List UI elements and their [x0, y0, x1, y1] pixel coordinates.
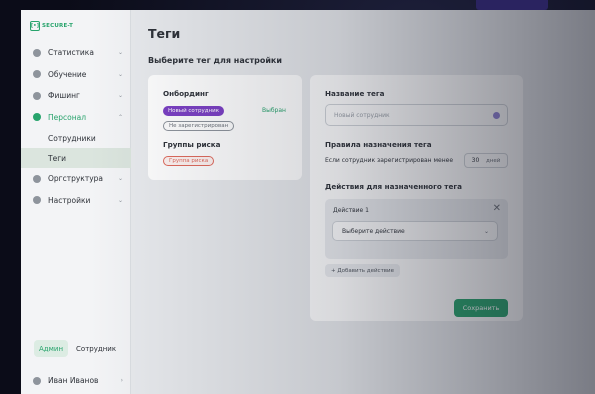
- assignment-rule-text: Если сотрудник зарегистрирован менее: [325, 157, 454, 164]
- chevron-down-icon: ⌄: [117, 70, 123, 78]
- page-title: Теги: [148, 26, 181, 41]
- tag-name-label: Название тега: [325, 89, 385, 98]
- gear-icon: [33, 196, 41, 205]
- sidebar-item-label: Оргструктура: [48, 174, 103, 184]
- sidebar-item-personnel[interactable]: Персонал ⌃: [21, 107, 131, 129]
- sidebar-item-phishing[interactable]: Фишинг ⌄: [21, 85, 131, 107]
- sidebar-subitem-employees[interactable]: Сотрудники: [21, 128, 131, 148]
- logo-text: SECURE-T: [42, 23, 74, 29]
- sidebar-item-label: Обучение: [48, 69, 87, 79]
- app-window: [•] SECURE-T Статистика ⌄ Обучение ⌄ Фиш…: [21, 10, 595, 394]
- action-title: Действие 1: [333, 207, 369, 214]
- sidebar-item-settings[interactable]: Настройки ⌄: [21, 190, 131, 212]
- mail-icon: [33, 91, 41, 100]
- sidebar-item-statistics[interactable]: Статистика ⌄: [21, 42, 131, 64]
- role-switch: Админ Сотрудник: [34, 340, 121, 357]
- chevron-down-icon: ⌄: [117, 49, 123, 57]
- tag-chip-new-employee[interactable]: Новый сотрудник: [163, 106, 225, 116]
- save-button[interactable]: Сохранить: [454, 299, 508, 317]
- tag-chip-risk-group[interactable]: Группа риска: [163, 156, 215, 166]
- chevron-down-icon: ⌄: [483, 227, 489, 235]
- user-icon: [33, 376, 41, 385]
- role-employee-button[interactable]: Сотрудник: [71, 340, 121, 357]
- chevron-down-icon: ⌄: [117, 175, 123, 183]
- sidebar-subitem-tags[interactable]: Теги: [21, 148, 131, 168]
- close-icon[interactable]: ✕: [493, 203, 501, 214]
- chevron-up-icon: ⌃: [117, 113, 123, 121]
- action-block: Действие 1 ✕ Выберите действие ⌄: [325, 199, 508, 259]
- chevron-down-icon: ⌄: [117, 196, 123, 204]
- tags-card: Онбординг Новый сотрудник Выбран Не заре…: [148, 75, 302, 180]
- tag-name-placeholder: Новый сотрудник: [334, 111, 390, 119]
- sidebar-item-education[interactable]: Обучение ⌄: [21, 64, 131, 86]
- logo-icon: [•]: [30, 21, 40, 31]
- days-input[interactable]: 30 дней: [464, 153, 508, 168]
- days-unit: дней: [485, 157, 501, 164]
- tag-selected-label: Выбран: [262, 107, 286, 114]
- education-icon: [33, 70, 41, 79]
- tag-settings-card: Название тега Новый сотрудник Правила на…: [310, 75, 523, 321]
- sidebar-nav: Статистика ⌄ Обучение ⌄ Фишинг ⌄ Персона…: [21, 42, 131, 211]
- tag-name-input[interactable]: Новый сотрудник: [325, 104, 508, 126]
- chevron-down-icon: ⌄: [117, 92, 123, 100]
- tag-actions-label: Действия для назначенного тега: [325, 182, 462, 191]
- sidebar-item-org-structure[interactable]: Оргструктура ⌄: [21, 168, 131, 190]
- org-icon: [33, 174, 41, 183]
- user-menu[interactable]: Иван Иванов ›: [33, 376, 123, 385]
- tag-chip-unregistered[interactable]: Не зарегистрирован: [163, 121, 235, 131]
- action-select[interactable]: Выберите действие ⌄: [332, 221, 498, 241]
- logo[interactable]: [•] SECURE-T: [30, 19, 73, 33]
- background-badge: [476, 0, 548, 10]
- assignment-rules-label: Правила назначения тега: [325, 140, 432, 149]
- days-value: 30: [471, 157, 480, 164]
- sidebar-item-label: Статистика: [48, 48, 94, 58]
- chart-icon: [33, 48, 41, 57]
- role-admin-button[interactable]: Админ: [34, 340, 69, 357]
- people-icon: [33, 113, 41, 122]
- page-subtitle: Выберите тег для настройки: [148, 56, 282, 65]
- tag-group-title: Онбординг: [163, 89, 209, 98]
- action-select-placeholder: Выберите действие: [342, 227, 405, 235]
- tag-group-title: Группы риска: [163, 140, 221, 149]
- user-name: Иван Иванов: [48, 376, 99, 385]
- sidebar-item-label: Фишинг: [48, 91, 80, 101]
- sidebar-subitem-label: Сотрудники: [48, 133, 96, 143]
- sidebar: [•] SECURE-T Статистика ⌄ Обучение ⌄ Фиш…: [21, 10, 131, 394]
- chevron-right-icon: ›: [120, 377, 123, 384]
- add-action-button[interactable]: + Добавить действие: [325, 264, 400, 277]
- sidebar-item-label: Персонал: [48, 112, 87, 122]
- tag-color-picker[interactable]: [493, 112, 500, 119]
- sidebar-item-label: Настройки: [48, 195, 91, 205]
- sidebar-subitem-label: Теги: [48, 153, 67, 163]
